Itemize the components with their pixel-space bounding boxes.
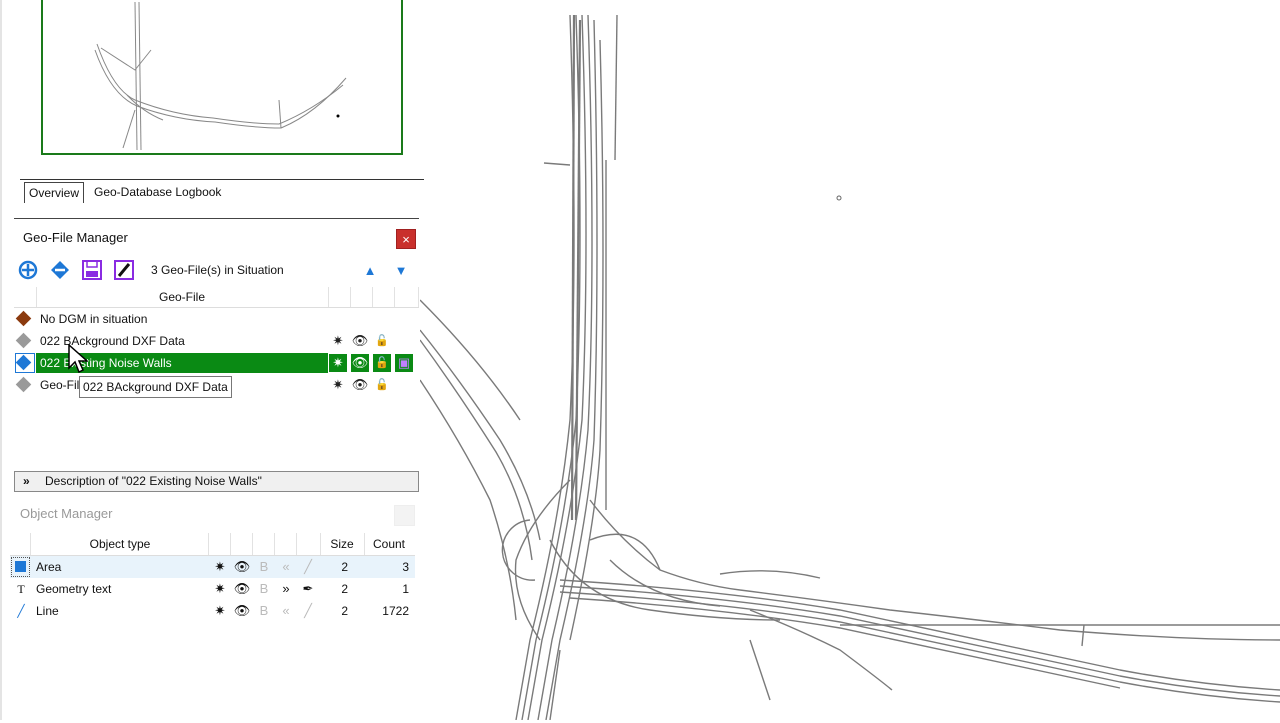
geo-file-label: 022 BAckground DXF Data — [40, 334, 185, 348]
section-divider — [14, 218, 419, 219]
object-manager-close-button[interactable] — [394, 505, 415, 526]
size-value[interactable]: 2 — [320, 556, 348, 578]
chevron-left-icon[interactable]: « — [276, 600, 296, 622]
map-canvas[interactable] — [419, 0, 1280, 721]
object-type-name: Line — [36, 604, 59, 618]
line-style-icon[interactable]: ╱ — [298, 600, 318, 622]
geo-file-manager-title: Geo-File Manager — [23, 230, 128, 245]
object-row[interactable]: Area ✷ 👁 B « ╱ 2 3 — [10, 556, 415, 578]
eye-icon[interactable]: 👁 — [232, 600, 252, 622]
sun-icon[interactable]: ✷ — [328, 330, 348, 352]
object-table: Object type Size Count Area ✷ 👁 B « ╱ 2 … — [10, 533, 415, 622]
object-row[interactable]: T Geometry text ✷ 👁 B » ✒ 2 1 — [10, 578, 415, 600]
eye-icon[interactable]: 👁 — [350, 330, 370, 352]
eye-icon[interactable]: 👁 — [350, 374, 370, 396]
overview-tabs: Overview Geo-Database Logbook — [20, 179, 424, 204]
chevron-left-icon[interactable]: « — [276, 556, 296, 578]
column-header-geo-file: Geo-File — [36, 287, 329, 307]
bold-icon[interactable]: B — [254, 556, 274, 578]
tab-geo-database-logbook[interactable]: Geo-Database Logbook — [90, 182, 225, 202]
lock-icon[interactable]: 🔓 — [372, 330, 392, 352]
description-bar[interactable]: » Description of "022 Existing Noise Wal… — [14, 471, 419, 492]
geo-file-toolbar: 3 Geo-File(s) in Situation ▲ ▼ — [14, 258, 419, 284]
description-text: Description of "022 Existing Noise Walls… — [45, 474, 262, 488]
left-panel: Overview Geo-Database Logbook Geo-File M… — [0, 0, 424, 720]
size-value[interactable]: 2 — [320, 578, 348, 600]
save-icon[interactable]: ▣ — [394, 352, 414, 374]
save-icon[interactable] — [80, 259, 104, 283]
eye-icon[interactable]: 👁 — [350, 352, 370, 374]
arrow-down-icon[interactable]: ▼ — [389, 259, 413, 283]
object-type-name: Geometry text — [36, 582, 112, 596]
arrow-up-icon[interactable]: ▲ — [358, 259, 382, 283]
bold-icon[interactable]: B — [254, 578, 274, 600]
window-edge — [0, 0, 2, 720]
sun-icon[interactable]: ✷ — [210, 578, 230, 600]
chevron-right-icon[interactable]: » — [276, 578, 296, 600]
object-manager-title: Object Manager — [20, 506, 113, 521]
count-value: 3 — [402, 560, 409, 574]
count-value: 1 — [402, 582, 409, 596]
sun-icon[interactable]: ✷ — [328, 374, 348, 396]
lock-icon[interactable]: 🔓 — [372, 352, 392, 374]
geo-file-label: No DGM in situation — [40, 312, 148, 326]
minimap-drawing — [94, 1, 347, 151]
remove-circle-icon[interactable] — [48, 259, 72, 283]
lock-icon[interactable]: 🔓 — [372, 374, 392, 396]
text-icon: T — [17, 582, 25, 596]
geo-file-count: 3 Geo-File(s) in Situation — [151, 263, 284, 277]
overview-minimap[interactable] — [41, 0, 403, 155]
tooltip: 022 BAckground DXF Data — [79, 376, 232, 398]
area-square-icon — [15, 561, 26, 572]
line-style-icon[interactable]: ╱ — [298, 556, 318, 578]
diamond-icon — [15, 310, 32, 327]
eye-icon[interactable]: 👁 — [232, 578, 252, 600]
pen-icon[interactable]: ✒ — [298, 578, 318, 600]
eye-icon[interactable]: 👁 — [232, 556, 252, 578]
line-icon: ╱ — [17, 604, 25, 618]
object-type-name: Area — [36, 560, 62, 574]
count-value: 1722 — [382, 604, 409, 618]
object-row[interactable]: ╱ Line ✷ 👁 B « ╱ 2 1722 — [10, 600, 415, 622]
sun-icon[interactable]: ✷ — [210, 556, 230, 578]
diamond-icon — [15, 376, 32, 393]
expand-chevron-icon: » — [23, 474, 30, 488]
tab-overview[interactable]: Overview — [24, 182, 85, 203]
bold-icon[interactable]: B — [254, 600, 274, 622]
sun-icon[interactable]: ✷ — [328, 352, 348, 374]
column-header-count: Count — [372, 537, 406, 551]
geo-file-row[interactable]: No DGM in situation — [14, 308, 419, 330]
object-table-header: Object type Size Count — [10, 533, 415, 556]
mouse-cursor-icon — [68, 344, 88, 374]
road-network-drawing — [419, 14, 1280, 721]
diamond-icon — [15, 332, 32, 349]
geo-file-manager-close-button[interactable]: × — [396, 229, 416, 249]
sun-icon[interactable]: ✷ — [210, 600, 230, 622]
geo-file-label: 022 Existing Noise Walls — [40, 356, 172, 370]
add-circle-icon[interactable] — [16, 259, 40, 283]
geo-file-table-header: Geo-File — [14, 287, 419, 308]
size-value[interactable]: 2 — [320, 600, 348, 622]
edit-icon[interactable] — [112, 259, 136, 283]
